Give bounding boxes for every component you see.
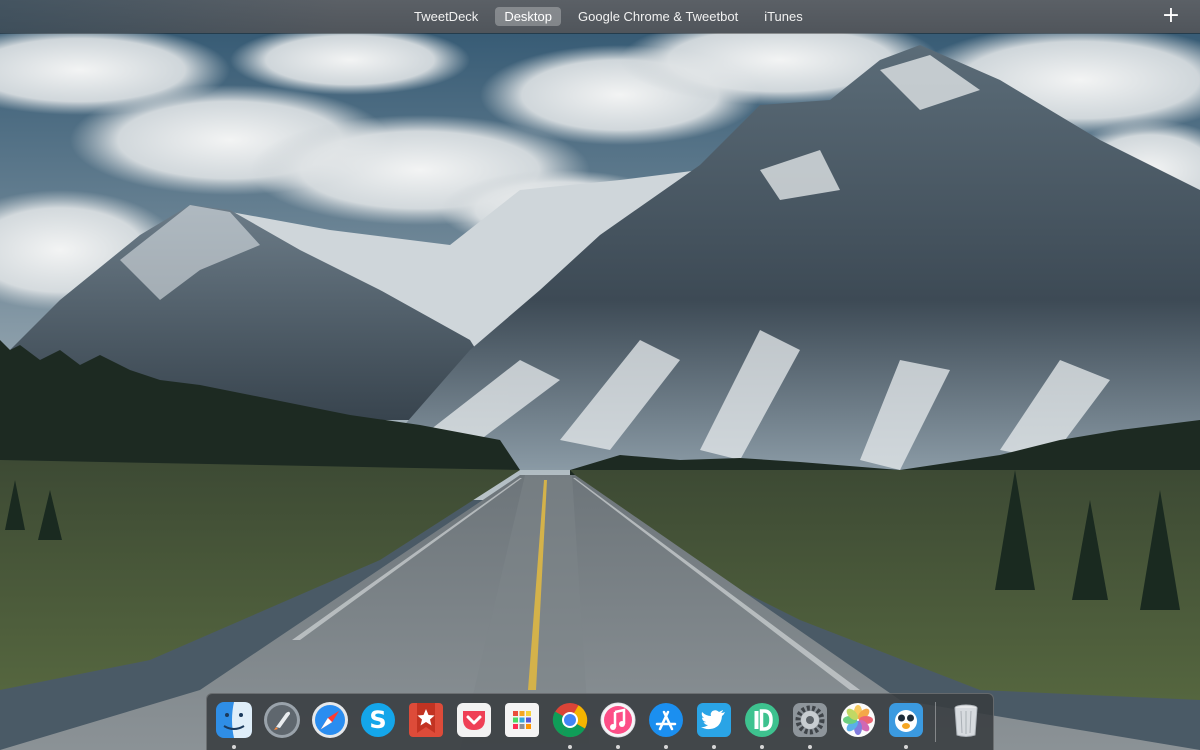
running-indicator	[904, 745, 908, 749]
dock-item-tweetbot[interactable]	[692, 700, 736, 749]
tweetbot-bird-icon	[889, 703, 923, 737]
dock-item-ia-writer[interactable]	[740, 700, 784, 749]
system-preferences-icon	[793, 703, 827, 737]
running-indicator	[712, 745, 716, 749]
running-indicator	[616, 745, 620, 749]
dock-item-fantastical[interactable]	[500, 700, 544, 744]
running-indicator	[760, 745, 764, 749]
spaces-bar-fade	[0, 0, 340, 33]
app-store-icon	[649, 703, 683, 737]
finder-icon	[216, 702, 252, 738]
running-indicator	[232, 745, 236, 749]
space-tab-desktop[interactable]: Desktop	[495, 7, 562, 26]
dock-item-itunes[interactable]	[596, 700, 640, 749]
svg-text:S: S	[369, 706, 386, 734]
dock-item-wunderlist[interactable]	[404, 700, 448, 744]
chrome-icon	[552, 703, 588, 738]
tweetbot-icon	[697, 703, 731, 737]
pocket-icon	[457, 703, 491, 737]
running-indicator	[568, 745, 572, 749]
dock-item-skype[interactable]: S	[356, 700, 400, 744]
space-tab-itunes[interactable]: iTunes	[755, 7, 812, 26]
dock-item-tweetbot-bird[interactable]	[884, 700, 928, 749]
wunderlist-icon	[409, 703, 443, 737]
dock-separator	[935, 702, 936, 742]
dock-item-finder[interactable]	[212, 700, 256, 749]
dock-item-photos[interactable]	[836, 700, 880, 744]
itunes-icon	[600, 702, 636, 738]
mission-control-spaces-bar: TweetDeck Desktop Google Chrome & Tweetb…	[0, 0, 1200, 33]
add-space-button[interactable]: +	[1160, 4, 1182, 28]
fantastical-icon	[505, 703, 539, 737]
launchpad-icon	[264, 702, 300, 738]
photos-icon	[841, 703, 875, 737]
running-indicator	[664, 745, 668, 749]
space-tab-tweetdeck[interactable]: TweetDeck	[405, 7, 487, 26]
dock-item-launchpad[interactable]	[260, 700, 304, 744]
dock-item-app-store[interactable]	[644, 700, 688, 749]
dock-item-trash[interactable]	[944, 700, 988, 744]
space-tab-chrome-tweetbot[interactable]: Google Chrome & Tweetbot	[569, 7, 747, 26]
safari-icon	[312, 702, 348, 738]
desktop-wallpaper	[0, 0, 1200, 750]
spaces-tabs: TweetDeck Desktop Google Chrome & Tweetb…	[405, 7, 820, 26]
dock: S	[206, 693, 994, 750]
skype-icon: S	[361, 703, 395, 737]
dock-item-pocket[interactable]	[452, 700, 496, 744]
dock-item-system-preferences[interactable]	[788, 700, 832, 749]
dock-item-safari[interactable]	[308, 700, 352, 744]
running-indicator	[808, 745, 812, 749]
ia-writer-icon	[745, 703, 779, 737]
trash-icon	[954, 704, 978, 737]
dock-item-chrome[interactable]	[548, 700, 592, 749]
